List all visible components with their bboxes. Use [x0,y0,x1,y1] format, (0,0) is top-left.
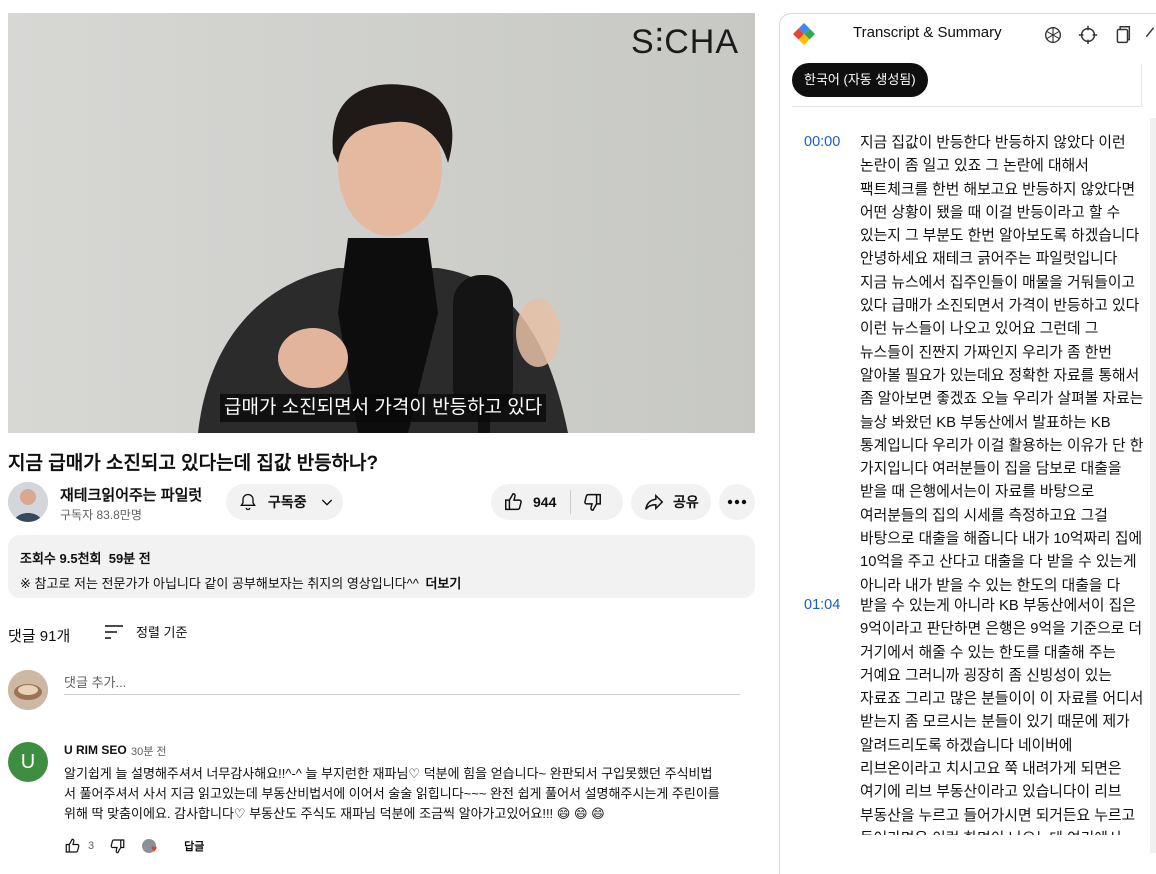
comment-like-count: 3 [88,840,95,852]
thumbs-up-icon [505,493,522,511]
share-label: 공유 [673,494,699,510]
my-avatar [8,670,48,710]
sort-icon [105,624,123,639]
subscriber-count: 구독자 83.8만명 [60,508,142,522]
channel-name[interactable]: 재테크읽어주는 파일럿 [60,484,202,505]
like-dislike-bar: 944 [491,484,623,520]
description-box[interactable]: 조회수 9.5천회 59분 전 ※ 참고로 저는 전문가가 아닙니다 같이 공부… [8,535,755,598]
comment-author[interactable]: U RIM SEO [64,743,127,757]
description-text-line: ※ 참고로 저는 전문가가 아닙니다 같이 공부해보자는 취지의 영상입니다^^… [20,573,743,592]
segment-timestamp[interactable]: 01:04 [804,597,840,613]
creator-heart-icon: ♥ [142,837,160,855]
subscribe-label: 구독중 [268,494,307,510]
video-caption: 급매가 소진되면서 가격이 반등하고 있다 [220,394,547,422]
dislike-button[interactable] [581,484,603,520]
thumbs-down-icon [584,493,602,511]
add-comment-input[interactable]: 댓글 추가... [64,672,740,695]
like-button[interactable]: 944 [491,484,556,520]
segment-text: 받을 수 있는게 아니라 KB 부동산에서이 집은 9억이라고 판단하면 은행은… [860,598,1144,835]
view-count: 조회수 9.5천회 [20,551,102,566]
copy-icon[interactable] [1111,24,1133,46]
openai-icon[interactable] [1042,24,1064,46]
description-meta: 조회수 9.5천회 59분 전 [20,548,743,567]
extension-logo-icon [793,23,815,45]
channel-avatar[interactable] [8,482,48,522]
segment-timestamp[interactable]: 00:00 [804,134,840,150]
like-count: 944 [533,494,557,510]
sort-comments-button[interactable]: 정렬 기준 [104,622,187,641]
watermark-logo: S⫶CHA [631,23,739,61]
video-player[interactable]: S⫶CHA 급매가 소진되면서 가격이 반등하고 있다 [8,13,755,433]
show-more-link[interactable]: 더보기 [425,576,461,591]
share-button[interactable]: 공유 [631,484,711,520]
language-chip[interactable]: 한국어 (자동 생성됨) [792,63,928,97]
comment-text: 알기쉽게 늘 설명해주셔서 너무감사해요!!^-^ 늘 부지런한 재파님♡ 덕분… [64,766,720,821]
segment-text: 지금 집값이 반등한다 반등하지 않았다 이런 논란이 좀 일고 있죠 그 논란… [860,135,1144,594]
more-actions-button[interactable] [719,484,755,520]
video-title: 지금 급매가 소진되고 있다는데 집값 반등하나? [8,453,379,474]
upload-age: 59분 전 [108,551,151,566]
chevron-down-icon [321,499,332,506]
comment-count: 댓글 91개 [8,628,71,645]
commenter-avatar[interactable]: U [8,742,48,782]
language-divider-vertical [1141,64,1142,107]
sort-label: 정렬 기준 [136,625,188,640]
subscribe-button[interactable]: 구독중 [226,484,343,520]
comment-time[interactable]: 30분 전 [131,743,167,759]
share-icon [645,493,664,511]
comment-actions: 3 ♥ 답글 [64,836,204,856]
more-horizontal-icon [727,499,747,505]
language-divider [792,106,1142,107]
collapse-chevron-icon[interactable] [1142,24,1156,46]
panel-title: Transcript & Summary [853,24,1002,41]
presenter-image [198,84,568,433]
thumbs-down-icon[interactable] [108,837,126,855]
bell-icon [240,493,256,511]
description-text: ※ 참고로 저는 전문가가 아닙니다 같이 공부해보자는 취지의 영상입니다^^ [20,576,419,591]
reply-button[interactable]: 답글 [184,838,204,854]
crosshair-icon[interactable] [1077,24,1099,46]
thumbs-up-icon[interactable] [64,837,82,855]
panel-scrollbar[interactable] [1150,118,1156,853]
like-divider [570,490,572,514]
